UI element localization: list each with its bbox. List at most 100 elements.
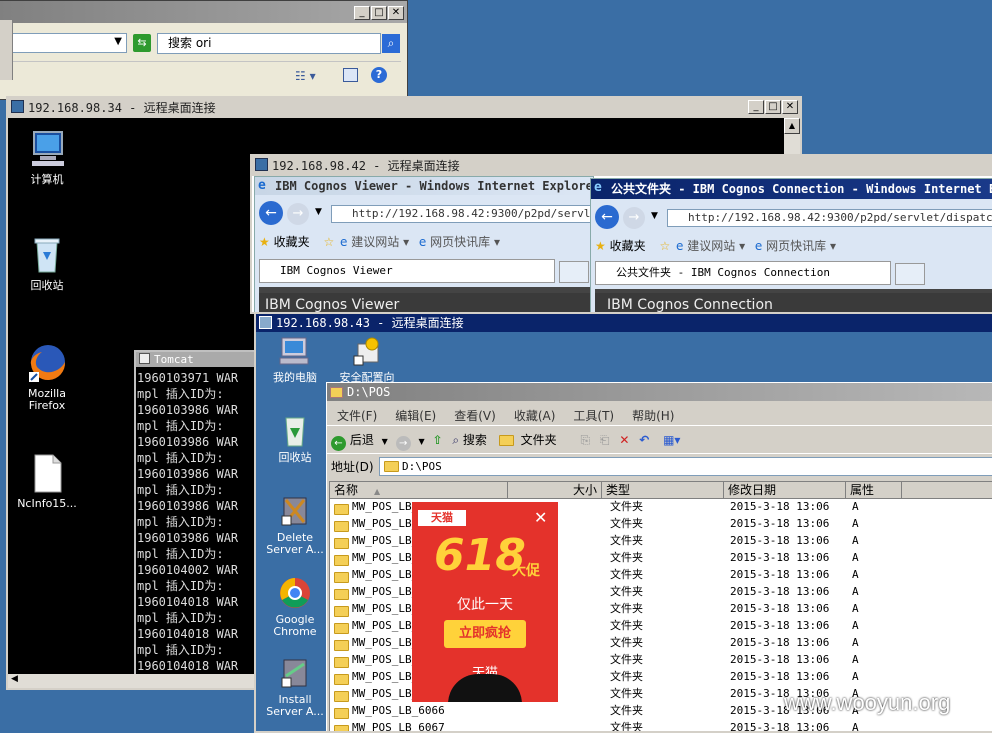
- maximize-button[interactable]: □: [765, 100, 781, 114]
- computer-icon: [26, 128, 68, 170]
- forward-arrow-icon[interactable]: →: [395, 436, 411, 451]
- rdp34-hscroll[interactable]: ◀: [8, 674, 258, 688]
- menu-item[interactable]: 查看(V): [454, 409, 496, 423]
- menu-item[interactable]: 收藏(A): [514, 409, 556, 423]
- folders-button[interactable]: 文件夹: [521, 433, 557, 447]
- forward-button[interactable]: →: [623, 207, 645, 229]
- address-bar: 地址(D) D:\POS: [331, 457, 992, 477]
- back-button[interactable]: 后退: [350, 433, 374, 447]
- add-favorite-icon[interactable]: ☆: [323, 235, 334, 249]
- address-input[interactable]: D:\POS: [379, 457, 992, 476]
- desktop-icon-ncinfo[interactable]: NcInfo15...: [12, 452, 82, 510]
- search-icon[interactable]: ⌕: [382, 34, 400, 53]
- ie-right-titlebar[interactable]: e 公共文件夹 - IBM Cognos Connection - Window…: [591, 179, 992, 199]
- chevron-down-icon[interactable]: ▼: [382, 437, 388, 446]
- recycle-bin-icon: [274, 414, 316, 448]
- desktop-icon-label: NcInfo15...: [17, 497, 77, 510]
- column-attr[interactable]: 属性: [846, 482, 902, 498]
- desktop-icon-computer[interactable]: 计算机: [12, 128, 82, 186]
- ad-cta-button[interactable]: 立即疯抢: [444, 620, 526, 648]
- close-button[interactable]: ✕: [388, 6, 404, 20]
- delete-icon[interactable]: ✕: [619, 433, 629, 447]
- chevron-down-icon[interactable]: ▼: [651, 211, 658, 221]
- ie-left-address[interactable]: http://192.168.98.42:9300/p2pd/servlet/: [331, 205, 593, 223]
- explorer-top-titlebar[interactable]: [0, 1, 407, 23]
- rdp42-titlebar[interactable]: 192.168.98.42 - 远程桌面连接: [252, 156, 992, 176]
- chevron-down-icon[interactable]: ▼: [315, 207, 322, 217]
- favorites-button[interactable]: 收藏夹: [610, 239, 646, 253]
- tmall-ad-popup[interactable]: 天猫 ✕ 618 大促 仅此一天 立即疯抢 天猫: [412, 502, 558, 702]
- ie-left-favorites-bar: ★ 收藏夹 ☆ e 建议网站 ▾ e 网页快讯库 ▾: [259, 233, 500, 250]
- desktop-icon-google-chrome[interactable]: Google Chrome: [260, 576, 330, 638]
- tomcat-titlebar[interactable]: Tomcat: [136, 352, 272, 367]
- web-slice-link[interactable]: 网页快讯库 ▾: [766, 239, 836, 253]
- move-to-icon[interactable]: ⎘: [580, 433, 590, 447]
- web-slice-link[interactable]: 网页快讯库 ▾: [430, 235, 500, 249]
- ad-close-icon[interactable]: ✕: [534, 508, 547, 527]
- minimize-button[interactable]: _: [748, 100, 764, 114]
- tab-cognos-viewer[interactable]: IBM Cognos Viewer: [259, 259, 555, 283]
- favorites-button[interactable]: 收藏夹: [274, 235, 310, 249]
- rdp-icon: [255, 158, 268, 171]
- rdp43-titlebar[interactable]: 192.168.98.43 - 远程桌面连接: [256, 314, 992, 332]
- back-arrow-icon[interactable]: ←: [331, 436, 346, 451]
- desktop-icon-firefox[interactable]: Mozilla Firefox: [12, 342, 82, 412]
- suggested-sites-link[interactable]: 建议网站 ▾: [351, 235, 409, 249]
- menu-item[interactable]: 编辑(E): [395, 409, 436, 423]
- close-button[interactable]: ✕: [782, 100, 798, 114]
- scroll-left-button[interactable]: ◀: [11, 674, 18, 684]
- desktop-icon-security-wizard[interactable]: 安全配置向: [332, 336, 402, 384]
- desktop-icon-recycle-bin[interactable]: 回收站: [260, 414, 330, 464]
- back-button[interactable]: ←: [259, 201, 283, 225]
- maximize-button[interactable]: □: [371, 6, 387, 20]
- tab-cognos-connection[interactable]: 公共文件夹 - IBM Cognos Connection: [595, 261, 891, 285]
- log-line: mpl 插入ID为:: [137, 643, 224, 657]
- view-options-icon[interactable]: ☷ ▾: [295, 69, 316, 83]
- desktop-icon-install-server[interactable]: Install Server A...: [260, 656, 330, 718]
- column-name[interactable]: 名称 ▲: [330, 482, 508, 498]
- views-icon[interactable]: ▦▾: [663, 433, 680, 447]
- column-size[interactable]: 大小: [508, 482, 602, 498]
- up-folder-icon[interactable]: ⇧: [432, 433, 442, 447]
- minimize-button[interactable]: _: [354, 6, 370, 20]
- menu-item[interactable]: 文件(F): [337, 409, 377, 423]
- preview-pane-icon[interactable]: [343, 68, 358, 82]
- column-type[interactable]: 类型: [602, 482, 724, 498]
- ad-tagline: 仅此一天: [457, 597, 513, 613]
- go-button[interactable]: ⇆: [133, 34, 151, 52]
- new-tab-button[interactable]: [559, 261, 589, 283]
- search-button[interactable]: 搜索: [463, 433, 487, 447]
- explorer-pos-titlebar[interactable]: D:\POS: [327, 383, 992, 401]
- suggested-sites-link[interactable]: 建议网站 ▾: [687, 239, 745, 253]
- new-tab-button[interactable]: [895, 263, 925, 285]
- chevron-down-icon[interactable]: ▼: [418, 437, 424, 446]
- rdp34-titlebar[interactable]: 192.168.98.34 - 远程桌面连接: [8, 98, 800, 118]
- file-attr: A: [852, 585, 859, 598]
- tomcat-title: Tomcat: [154, 353, 194, 366]
- copy-to-icon[interactable]: ⎗: [600, 433, 610, 447]
- search-input[interactable]: 搜索 ori: [157, 33, 381, 54]
- address-dropdown[interactable]: ▼: [1, 33, 127, 53]
- add-favorite-icon[interactable]: ☆: [659, 239, 670, 253]
- file-name: MW_POS_LB_: [352, 670, 419, 683]
- file-type: 文件夹: [610, 636, 643, 649]
- table-row[interactable]: MW_POS_LB_6067 文件夹 2015-3-18 13:06 A: [330, 719, 992, 731]
- ie-right-address[interactable]: http://192.168.98.42:9300/p2pd/servlet/d…: [667, 209, 992, 227]
- desktop-icon-delete-server[interactable]: Delete Server A...: [260, 494, 330, 556]
- forward-button[interactable]: →: [287, 203, 309, 225]
- file-attr: A: [852, 551, 859, 564]
- folders-icon: [498, 435, 514, 446]
- column-date[interactable]: 修改日期: [724, 482, 846, 498]
- menu-item[interactable]: 帮助(H): [632, 409, 674, 423]
- ie-left-titlebar[interactable]: e IBM Cognos Viewer - Windows Internet E…: [255, 177, 593, 195]
- back-button[interactable]: ←: [595, 205, 619, 229]
- log-line: 1960103986 WAR: [137, 499, 239, 513]
- desktop-icon-recycle-bin[interactable]: 回收站: [12, 234, 82, 292]
- menu-item[interactable]: 工具(T): [573, 409, 614, 423]
- scroll-up-button[interactable]: ▲: [784, 118, 800, 134]
- file-type: 文件夹: [610, 687, 643, 700]
- undo-icon[interactable]: ↶: [639, 433, 649, 447]
- help-icon[interactable]: ?: [371, 67, 387, 83]
- star-icon: ★: [595, 239, 606, 253]
- desktop-icon-my-computer[interactable]: 我的电脑: [260, 336, 330, 384]
